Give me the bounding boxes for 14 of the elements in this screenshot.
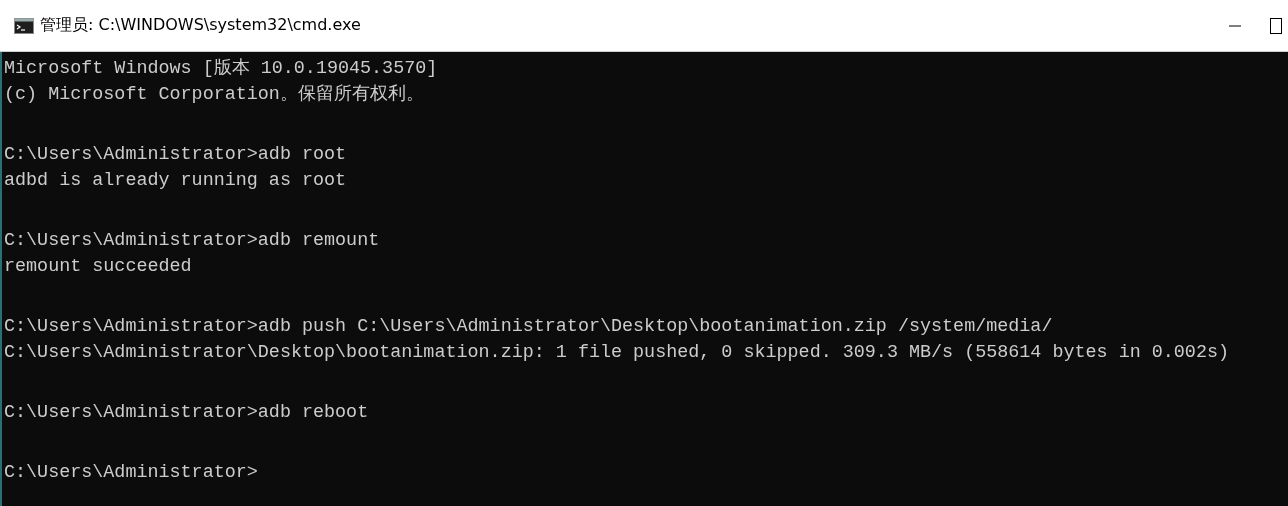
console-line: C:\Users\Administrator\Desktop\bootanimation.zip: 1 file pushed, 0 skipped. 309.3 MB/s (558614 bytes in 0.002s) <box>4 341 1230 365</box>
window-title: 管理员: C:\WINDOWS\system32\cmd.exe <box>40 15 361 36</box>
console-line: C:\Users\Administrator>adb push C:\Users\Administrator\Desktop\bootanimation.zip /system/media/ <box>4 315 1053 339</box>
console-line: adbd is already running as root <box>4 169 347 193</box>
console-line: remount succeeded <box>4 255 192 279</box>
console-line: C:\Users\Administrator> <box>4 461 258 485</box>
maximize-icon[interactable] <box>1270 17 1282 34</box>
terminal-icon <box>14 17 34 34</box>
console-line: (c) Microsoft Corporation。保留所有权利。 <box>4 83 424 107</box>
console-line: C:\Users\Administrator>adb reboot <box>4 401 369 425</box>
console-line: C:\Users\Administrator>adb remount <box>4 229 380 253</box>
minimize-icon[interactable] <box>1229 24 1241 27</box>
console-line: C:\Users\Administrator>adb root <box>4 143 347 167</box>
console-line: Microsoft Windows [版本 10.0.19045.3570] <box>4 57 438 81</box>
